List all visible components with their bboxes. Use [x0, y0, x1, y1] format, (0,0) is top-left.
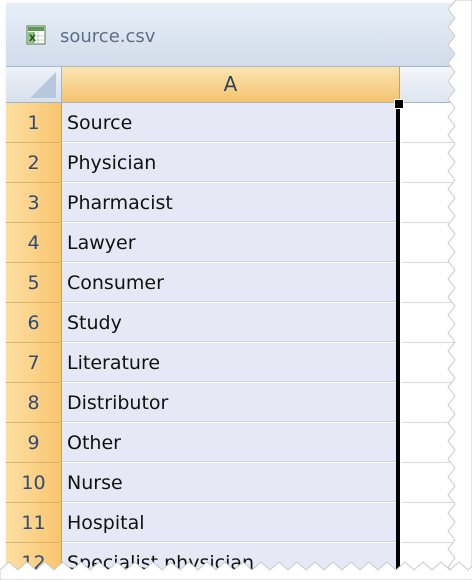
cell-a[interactable]: Distributor	[62, 383, 398, 422]
torn-edge-right	[447, 0, 472, 580]
cell-grid: 1 Source 2 Physician 3 Pharmacist 4 Lawyer 5 Cons…	[6, 103, 460, 571]
row-header[interactable]: 6	[6, 303, 62, 343]
selection-border	[396, 103, 400, 571]
table-row: 7 Literature	[6, 343, 460, 383]
table-row: 1 Source	[6, 103, 460, 143]
row-header[interactable]: 1	[6, 103, 62, 143]
row-header[interactable]: 11	[6, 503, 62, 543]
row-header[interactable]: 4	[6, 223, 62, 263]
spreadsheet-window: X source.csv A 1 Source 2 Physician 3 Pharmac…	[6, 3, 460, 571]
cell-a[interactable]: Consumer	[62, 263, 398, 302]
table-row: 2 Physician	[6, 143, 460, 183]
row-header[interactable]: 9	[6, 423, 62, 463]
cell-a[interactable]: Nurse	[62, 463, 398, 502]
table-row: 9 Other	[6, 423, 460, 463]
row-header[interactable]: 5	[6, 263, 62, 303]
table-row: 11 Hospital	[6, 503, 460, 543]
column-header-a[interactable]: A	[62, 67, 400, 102]
cell-a[interactable]: Pharmacist	[62, 183, 398, 222]
svg-text:X: X	[29, 34, 36, 44]
row-header[interactable]: 10	[6, 463, 62, 503]
column-header-row: A	[6, 67, 460, 103]
cell-a[interactable]: Lawyer	[62, 223, 398, 262]
torn-edge-bottom	[0, 561, 472, 580]
table-row: 4 Lawyer	[6, 223, 460, 263]
cell-a[interactable]: Study	[62, 303, 398, 342]
window-title: source.csv	[60, 26, 156, 47]
row-header[interactable]: 7	[6, 343, 62, 383]
title-bar: X source.csv	[6, 3, 460, 67]
cell-a[interactable]: Source	[62, 103, 398, 142]
table-row: 8 Distributor	[6, 383, 460, 423]
row-header[interactable]: 3	[6, 183, 62, 223]
cell-a[interactable]: Other	[62, 423, 398, 462]
table-row: 3 Pharmacist	[6, 183, 460, 223]
excel-file-icon: X	[26, 25, 46, 45]
cell-a[interactable]: Literature	[62, 343, 398, 382]
table-row: 10 Nurse	[6, 463, 460, 503]
table-row: 6 Study	[6, 303, 460, 343]
cell-a[interactable]: Physician	[62, 143, 398, 182]
select-all-triangle-icon	[30, 72, 56, 98]
table-row: 5 Consumer	[6, 263, 460, 303]
row-header[interactable]: 2	[6, 143, 62, 183]
row-header[interactable]: 8	[6, 383, 62, 423]
fill-handle[interactable]	[394, 99, 404, 109]
select-all-button[interactable]	[6, 67, 62, 102]
cell-a[interactable]: Hospital	[62, 503, 398, 542]
